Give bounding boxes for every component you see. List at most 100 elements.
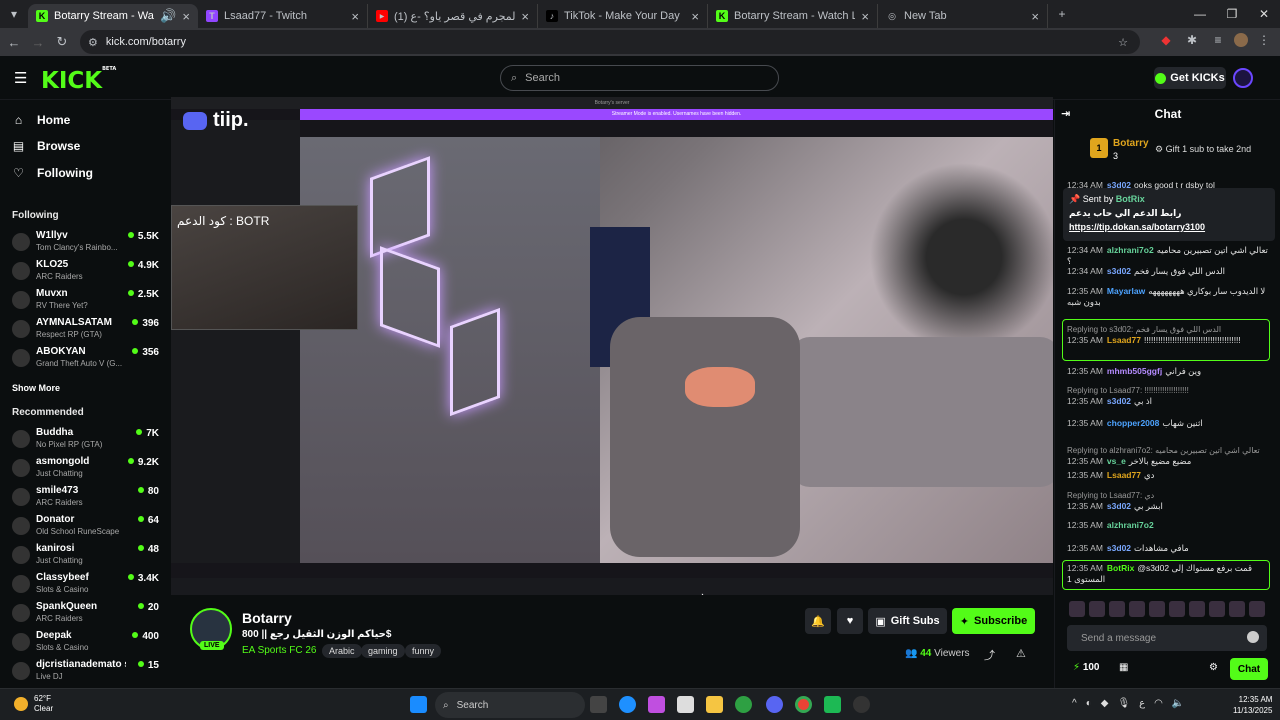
tray-app-icon[interactable]: ◐ [1086,698,1092,709]
tab-close-icon[interactable]: × [1031,9,1039,24]
xbox-icon[interactable] [735,696,752,713]
gift-prompt[interactable]: ⚙ Gift 1 sub to take 2nd [1155,144,1251,155]
emote-icon[interactable] [1069,601,1085,617]
channel-item[interactable]: Classybeef Slots & Casino 3.4K [12,571,162,599]
site-info-icon[interactable]: ⚙ [88,36,98,49]
browser-tab[interactable]: ▶ (1) مين المجرم في قصر ياو؟ -ع × [368,4,538,28]
message-username[interactable]: s3d02 [1107,396,1131,406]
reply-reference[interactable]: Replying to Lsaad77: دي [1067,490,1273,501]
windows-start-icon[interactable] [410,696,427,713]
emote-icon[interactable] [1109,601,1125,617]
channel-item[interactable]: KLO25 ARC Raiders 4.9K [12,258,162,286]
chevron-up-icon[interactable]: ^ [1072,698,1077,709]
tab-audio-icon[interactable]: 🔊 [160,8,176,24]
browser-tab[interactable]: K Botarry Stream - Watch Live on × [708,4,878,28]
tag[interactable]: Arabic [322,644,362,658]
tab-search-icon[interactable]: ▾ [0,0,28,28]
emote-icon[interactable] [1189,601,1205,617]
close-icon[interactable]: ✕ [1248,0,1280,28]
hamburger-menu-icon[interactable]: ☰ [14,69,27,87]
discord-icon[interactable] [766,696,783,713]
message-username[interactable]: Lsaad77 [1107,470,1141,480]
top-gifter-name[interactable]: Botarry [1113,138,1149,149]
message-username[interactable]: mhmb505ggfj [1107,366,1162,376]
notification-bell-button[interactable]: 🔔 [805,608,831,634]
volume-icon[interactable]: 🔈 [1172,698,1184,709]
settings-icon[interactable] [853,696,870,713]
tag[interactable]: funny [405,644,442,658]
new-tab-button[interactable]: + [1048,0,1076,28]
edge-icon[interactable] [619,696,636,713]
tab-close-icon[interactable]: × [521,9,529,24]
channel-item[interactable]: Buddha No Pixel RP (GTA) 7K [12,426,162,454]
chat-input[interactable]: Send a message [1067,625,1267,651]
nav-home[interactable]: ⌂ Home [12,113,70,127]
channel-item[interactable]: AYMNALSATAM Respect RP (GTA) 396 [12,316,162,344]
browser-tab[interactable]: T Lsaad77 - Twitch × [198,4,368,28]
task-view-icon[interactable] [590,696,607,713]
language-icon[interactable]: ع [1139,698,1145,709]
clock[interactable]: 12:35 AM 11/13/2025 [1233,694,1272,716]
tab-close-icon[interactable]: × [691,9,699,24]
extension-icon[interactable]: ◆ [1156,30,1176,50]
tab-close-icon[interactable]: × [351,9,359,24]
tray-app-icon[interactable]: ◆ [1101,698,1109,709]
message-username[interactable]: s3d02 [1107,266,1131,276]
emote-icon[interactable] [1089,601,1105,617]
message-username[interactable]: s3d02 [1107,180,1131,190]
message-username[interactable]: vs_e [1107,456,1126,466]
report-icon[interactable]: ⚠ [1016,647,1026,660]
follow-heart-button[interactable]: ♥ [837,608,863,634]
emote-icon[interactable] [1169,601,1185,617]
search-input[interactable]: ⌕ Search [500,65,779,91]
channel-item[interactable]: SpankQueen ARC Raiders 20 [12,600,162,628]
message-username[interactable]: Mayarlaw [1107,286,1145,296]
tab-close-icon[interactable]: × [182,9,190,24]
channel-item[interactable]: djcristianademato s Live DJ 15 [12,658,162,686]
store-icon[interactable]: ▦ [1119,662,1128,673]
menu-icon[interactable]: ⋮ [1254,30,1274,50]
microphone-icon[interactable]: 🎙 [1117,698,1130,709]
channel-item[interactable]: Muvxn RV There Yet? 2.5K [12,287,162,315]
pinned-link[interactable]: https://tip.dokan.sa/botarry3100 [1069,220,1269,234]
channel-item[interactable]: Deepak Slots & Casino 400 [12,629,162,657]
reply-reference[interactable]: Replying to Lsaad77: !!!!!!!!!!!!!!!!!!!… [1067,385,1273,396]
emote-icon[interactable] [1229,601,1245,617]
profile-icon[interactable] [1234,33,1248,47]
message-username[interactable]: alzhrani7o2 [1107,520,1154,530]
file-explorer-icon[interactable] [706,696,723,713]
tag[interactable]: gaming [361,644,405,658]
channel-item[interactable]: ABOKYAN Grand Theft Auto V (G... 356 [12,345,162,373]
nav-browse[interactable]: ▤ Browse [12,139,81,153]
media-icon[interactable]: ≡ [1208,30,1228,50]
minimize-icon[interactable]: — [1184,0,1216,28]
emote-icon[interactable] [1149,601,1165,617]
maximize-icon[interactable]: ❐ [1216,0,1248,28]
send-chat-button[interactable]: Chat [1230,658,1268,680]
message-username[interactable]: s3d02 [1107,543,1131,553]
emoji-picker-icon[interactable] [1247,631,1259,643]
browser-tab[interactable]: K Botarry Stream - Watch Live o 🔊 × [28,4,198,28]
extensions-puzzle-icon[interactable]: ✱ [1182,30,1202,50]
get-kicks-button[interactable]: Get KICKs [1154,67,1226,89]
message-username[interactable]: s3d02 [1107,501,1131,511]
channel-item[interactable]: W1llyv Tom Clancy's Rainbo... 5.5K [12,229,162,257]
bookmark-star-icon[interactable]: ☆ [1118,36,1128,49]
share-icon[interactable]: ⤴ [984,647,995,663]
video-player[interactable]: Botarry's server Streamer Mode is enable… [171,97,1053,595]
kick-logo[interactable]: KICKBETA [41,66,116,94]
pinned-bot-name[interactable]: BotRix [1116,194,1145,204]
user-avatar[interactable] [1233,68,1253,88]
collapse-chat-icon[interactable]: ⇥ [1061,107,1070,120]
show-more-link[interactable]: Show More [12,383,60,393]
store-icon[interactable] [677,696,694,713]
message-username[interactable]: alzhrani7o2 [1107,245,1154,255]
kicks-balance[interactable]: ⚡ 100 [1073,662,1100,673]
wifi-icon[interactable]: ◠ [1154,698,1163,709]
channel-item[interactable]: smile473 ARC Raiders 80 [12,484,162,512]
emote-icon[interactable] [1129,601,1145,617]
copilot-icon[interactable] [648,696,665,713]
url-input[interactable]: ⚙ kick.com/botarry ☆ [80,30,1140,54]
back-icon[interactable]: ← [2,30,26,54]
channel-item[interactable]: kanirosi Just Chatting 48 [12,542,162,570]
